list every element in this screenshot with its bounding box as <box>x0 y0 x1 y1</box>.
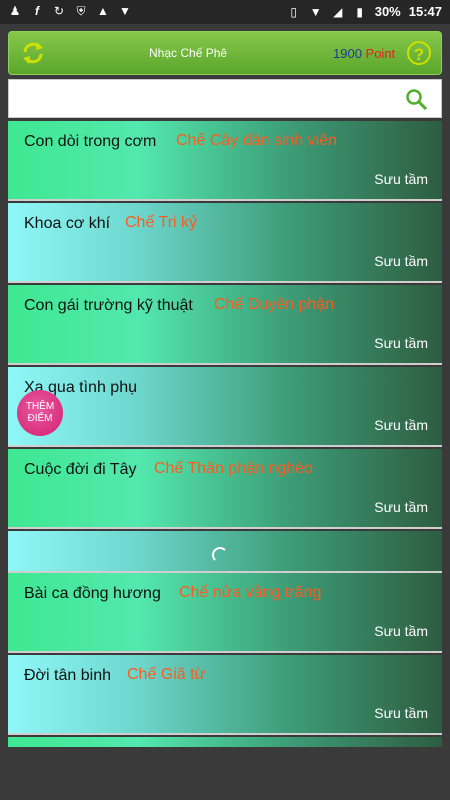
help-icon: ? <box>413 45 425 64</box>
song-row[interactable]: Cuộc đời đi Tây Chế Thân phận nghèo Sưu … <box>8 449 442 529</box>
battery-icon: ▮ <box>356 4 364 19</box>
song-title: Đời tân binh <box>24 667 111 684</box>
badge-line1: THÊM <box>25 401 55 412</box>
search-input[interactable] <box>13 84 397 115</box>
song-source: Sưu tầm <box>374 499 428 515</box>
song-source: Sưu tầm <box>374 335 428 351</box>
song-parody: Chế nửa vầng trăng <box>179 584 322 601</box>
song-title: Bài ca đồng hương <box>24 585 161 602</box>
song-source: Sưu tầm <box>374 253 428 269</box>
points-unit: Point <box>361 46 396 61</box>
signal-icon: ◢ <box>333 4 343 19</box>
song-row[interactable]: Con gái trường kỹ thuật Chế Duyên phận S… <box>8 285 442 365</box>
add-points-badge[interactable]: THÊM ĐIỂM <box>17 390 63 436</box>
song-parody: Chế Cây đàn sinh viên <box>176 132 337 149</box>
song-parody: Chế Thân phận nghèo <box>154 460 313 477</box>
points-display: 1900 Point <box>333 46 395 61</box>
shield-icon: ⛨ <box>76 4 86 18</box>
g-icon: ↻ <box>53 4 65 18</box>
points-value: 1900 <box>333 46 362 61</box>
f-icon: f <box>35 4 39 18</box>
warning-icon: ▲ <box>97 4 109 18</box>
song-row[interactable]: Bài ca đồng hương Chế nửa vầng trăng Sưu… <box>8 573 442 653</box>
refresh-button[interactable] <box>19 39 47 67</box>
loading-row <box>8 531 442 573</box>
song-title: Con gái trường kỹ thuật <box>24 297 193 314</box>
battery-percent: 30% <box>374 4 401 19</box>
clock: 15:47 <box>408 4 442 19</box>
person-icon: ♟ <box>9 4 21 18</box>
song-parody: Chế Tri kỷ <box>125 214 198 231</box>
song-parody: Chế Duyên phận <box>214 296 335 313</box>
loading-spinner-icon <box>212 547 228 563</box>
app-title: Nhạc Chế Phê <box>149 46 228 60</box>
status-bar: ♟ f ↻ ⛨ ▲ ▼ ▯ ▼ ◢ ▮ 30% 15:47 <box>0 0 450 24</box>
badge-line2: ĐIỂM <box>27 413 53 424</box>
song-title: Cuộc đời đi Tây <box>24 461 137 478</box>
song-source: Sưu tầm <box>374 417 428 433</box>
search-icon[interactable] <box>404 87 428 111</box>
song-source: Sưu tầm <box>374 171 428 187</box>
vibrate-icon: ▯ <box>290 4 298 19</box>
search-bar <box>8 79 442 118</box>
refresh-icon <box>23 42 43 64</box>
song-row[interactable]: Xa qua tình phụ Sưu tầm <box>8 367 442 447</box>
help-button[interactable]: ? <box>407 41 431 65</box>
song-title: Con dòi trong cơm <box>24 133 157 150</box>
song-source: Sưu tầm <box>374 705 428 721</box>
song-parody: Chế Giã từ <box>127 666 206 683</box>
song-list: Con dòi trong cơm Chế Cây đàn sinh viên … <box>8 121 442 747</box>
song-row[interactable]: Đời tân binh Chế Giã từ Sưu tầm <box>8 655 442 735</box>
song-title: Khoa cơ khí <box>24 215 111 232</box>
song-row[interactable]: Con dòi trong cơm Chế Cây đàn sinh viên … <box>8 121 442 201</box>
app-header: Nhạc Chế Phê 1900 Point ? <box>8 31 442 75</box>
wifi-icon: ▼ <box>309 4 322 19</box>
song-row[interactable]: Khoa cơ khí Chế Tri kỷ Sưu tầm <box>8 203 442 283</box>
song-row-partial[interactable] <box>8 737 442 747</box>
song-source: Sưu tầm <box>374 623 428 639</box>
image-icon: ▼ <box>119 4 131 18</box>
